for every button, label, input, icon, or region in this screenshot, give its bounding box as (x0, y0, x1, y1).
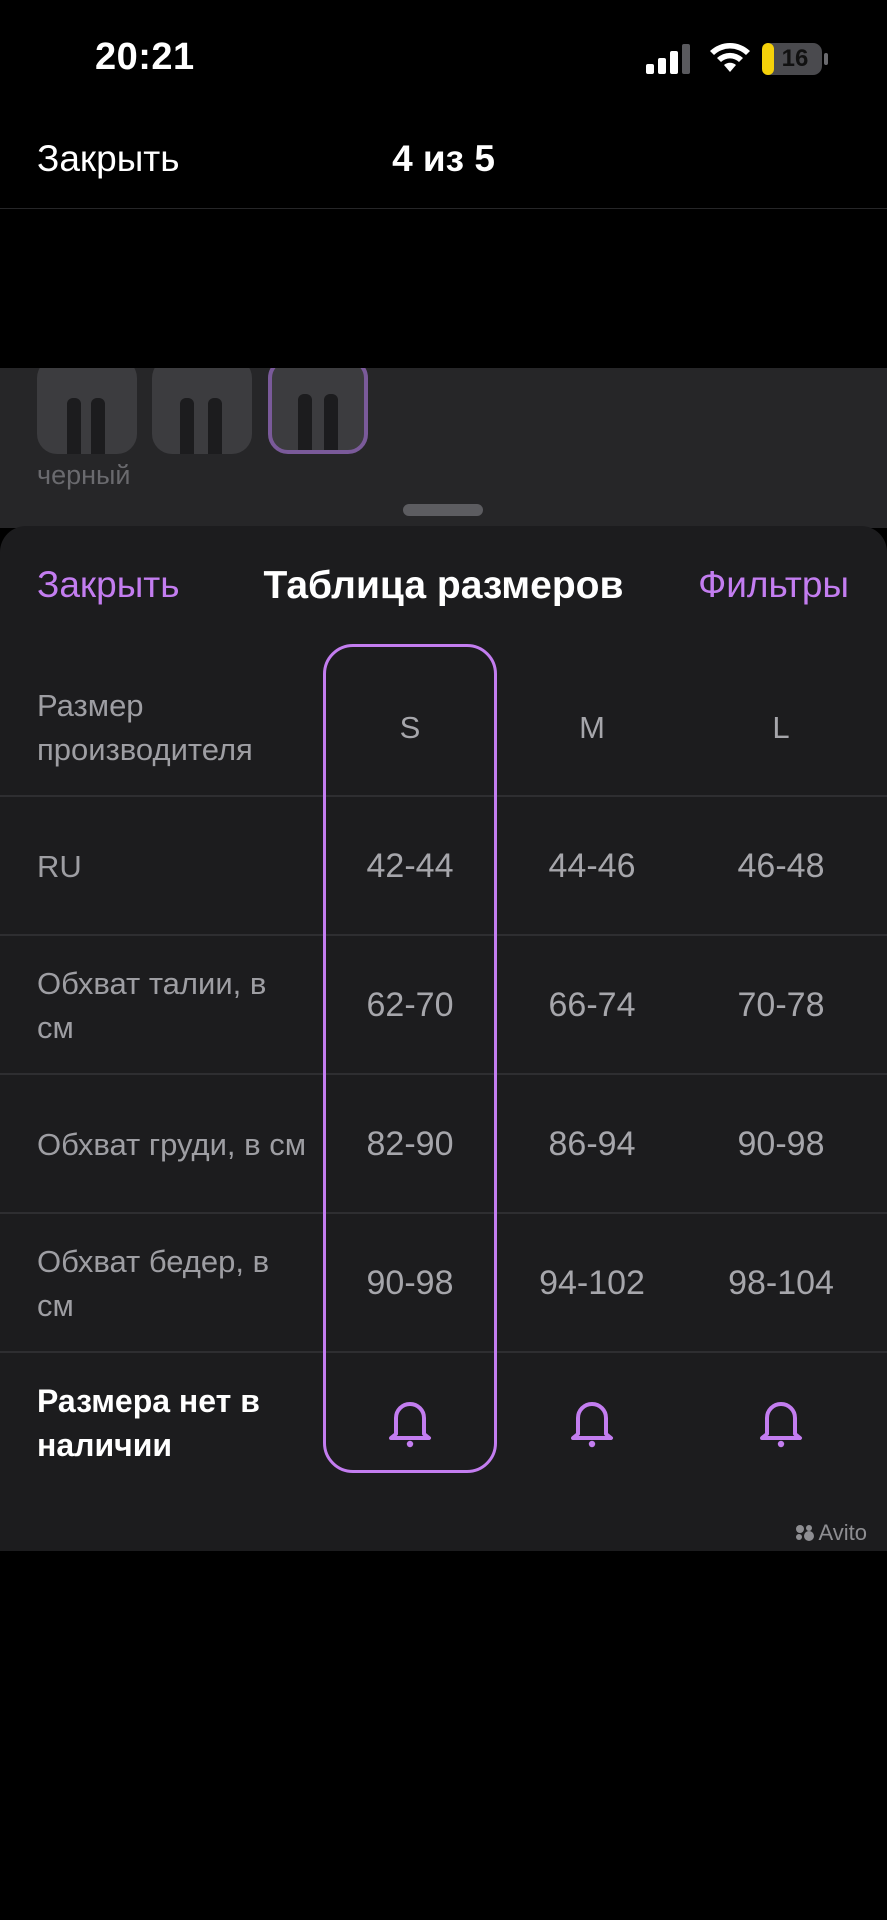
background-page: черный (0, 368, 887, 528)
table-cell: 44-46 (548, 847, 636, 885)
bell-icon (760, 1401, 802, 1447)
notify-button-m[interactable] (514, 1353, 670, 1492)
sheet-close-button[interactable]: Закрыть (37, 564, 180, 606)
table-cell: 94-102 (539, 1264, 645, 1302)
table-cell: 46-48 (737, 847, 825, 885)
sheet-drag-handle[interactable] (403, 504, 483, 516)
wifi-icon (710, 43, 750, 72)
color-thumbnail[interactable] (152, 368, 252, 454)
watermark-text: Avito (818, 1520, 867, 1545)
color-thumbnail-selected[interactable] (268, 368, 368, 454)
table-cell: 70-78 (737, 986, 825, 1024)
out-of-stock-label: Размера нет в наличии (37, 1382, 260, 1463)
close-viewer-button[interactable]: Закрыть (37, 138, 180, 180)
row-label: Обхват груди, в см (37, 1126, 307, 1162)
selected-size-column-highlight (323, 644, 497, 1473)
table-cell: 66-74 (548, 986, 636, 1024)
filters-button[interactable]: Фильтры (698, 564, 849, 606)
size-header-l[interactable]: L (694, 658, 868, 797)
top-nav: 4 из 5 Закрыть (0, 118, 887, 209)
table-cell: 90-98 (737, 1125, 825, 1163)
status-time: 20:21 (95, 36, 195, 78)
row-label: Обхват талии, в см (37, 965, 267, 1045)
status-bar: 20:21 16 (0, 0, 887, 118)
table-cell: 98-104 (728, 1264, 834, 1302)
avito-watermark: Avito (794, 1520, 867, 1546)
row-label: RU (37, 848, 82, 884)
bell-icon (571, 1401, 613, 1447)
row-label: Размер производителя (37, 687, 253, 767)
color-label: черный (37, 460, 131, 490)
size-header-m[interactable]: M (514, 658, 670, 797)
table-cell: 86-94 (548, 1125, 636, 1163)
row-label: Обхват бедер, в см (37, 1243, 270, 1323)
cellular-signal-icon (646, 44, 690, 74)
battery-level: 16 (781, 45, 809, 72)
color-thumbnail[interactable] (37, 368, 137, 454)
notify-button-l[interactable] (694, 1353, 868, 1492)
avito-logo-icon (796, 1525, 815, 1541)
size-table-sheet: Таблица размеров Закрыть Фильтры Размер … (0, 526, 887, 1551)
